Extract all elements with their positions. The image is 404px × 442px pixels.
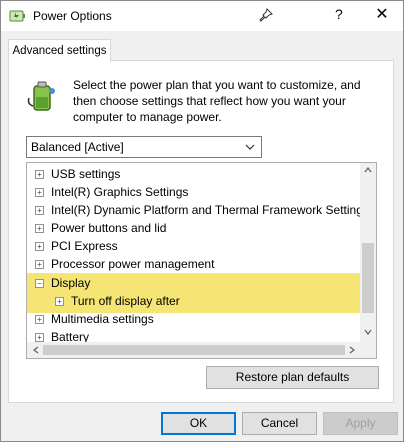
power-plan-dropdown[interactable]: Balanced [Active] [26,136,262,158]
description-text: Select the power plan that you want to c… [73,78,361,124]
expand-icon[interactable]: + [35,315,44,324]
tree-item-label: Battery [51,330,90,342]
tree-item-multimedia[interactable]: + Multimedia settings [27,310,360,328]
tab-advanced-settings[interactable]: Advanced settings [8,39,111,62]
expand-icon[interactable]: + [35,206,44,215]
tree-item-label: Power buttons and lid [51,221,167,235]
power-options-dialog: Power Options ? ✕ Advanced settings Sele… [0,0,404,442]
window-title: Power Options [33,9,112,23]
scroll-right-icon[interactable] [349,346,355,354]
pin-icon[interactable] [258,7,274,23]
power-options-icon [9,10,25,22]
expand-icon[interactable]: + [35,224,44,233]
tree-item-graphics-settings[interactable]: + Intel(R) Graphics Settings [27,183,360,201]
scrollbar-corner [360,342,376,358]
expand-icon[interactable]: + [35,242,44,251]
tree-item-label: Multimedia settings [51,312,154,326]
close-button[interactable]: ✕ [371,4,393,26]
chevron-down-icon [245,144,255,150]
restore-plan-defaults-button[interactable]: Restore plan defaults [206,366,379,389]
horizontal-scrollbar[interactable] [27,342,360,358]
tree-item-power-buttons[interactable]: + Power buttons and lid [27,219,360,237]
apply-button[interactable]: Apply [323,412,398,435]
settings-tree-rows: + USB settings + Intel(R) Graphics Setti… [27,163,360,342]
scroll-down-icon[interactable] [364,329,372,335]
scroll-left-icon[interactable] [33,346,39,354]
horizontal-scroll-thumb[interactable] [43,345,345,355]
power-plan-value: Balanced [Active] [31,140,124,154]
vertical-scrollbar[interactable] [360,163,376,342]
tree-item-label: Display [51,276,91,290]
expand-icon[interactable]: + [35,260,44,269]
title-bar: Power Options ? ✕ [1,1,403,31]
expand-icon[interactable]: + [35,333,44,342]
tree-item-label: USB settings [51,167,121,181]
tree-item-label: PCI Express [51,239,118,253]
tree-item-display[interactable]: − Display [27,274,360,292]
tree-item-pci-express[interactable]: + PCI Express [27,237,360,255]
tree-item-battery[interactable]: + Battery [27,328,360,342]
tree-item-label: Intel(R) Dynamic Platform and Thermal Fr… [51,203,360,217]
tree-item-label: Turn off display after [71,294,180,308]
cancel-button[interactable]: Cancel [242,412,317,435]
tree-item-label: Intel(R) Graphics Settings [51,185,189,199]
ok-button[interactable]: OK [161,412,236,435]
vertical-scroll-thumb[interactable] [362,243,374,313]
collapse-icon[interactable]: − [35,279,44,288]
help-button[interactable]: ? [335,6,343,22]
tree-item-usb-settings[interactable]: + USB settings [27,165,360,183]
tree-item-dptf-settings[interactable]: + Intel(R) Dynamic Platform and Thermal … [27,201,360,219]
tree-item-turn-off-display[interactable]: + Turn off display after [27,292,360,310]
tree-item-label: Processor power management [51,257,215,271]
settings-tree[interactable]: + USB settings + Intel(R) Graphics Setti… [26,162,377,359]
battery-icon [27,81,55,111]
expand-icon[interactable]: + [35,188,44,197]
tree-item-processor-power[interactable]: + Processor power management [27,255,360,273]
expand-icon[interactable]: + [35,170,44,179]
expand-icon[interactable]: + [55,297,64,306]
scroll-up-icon[interactable] [364,167,372,173]
